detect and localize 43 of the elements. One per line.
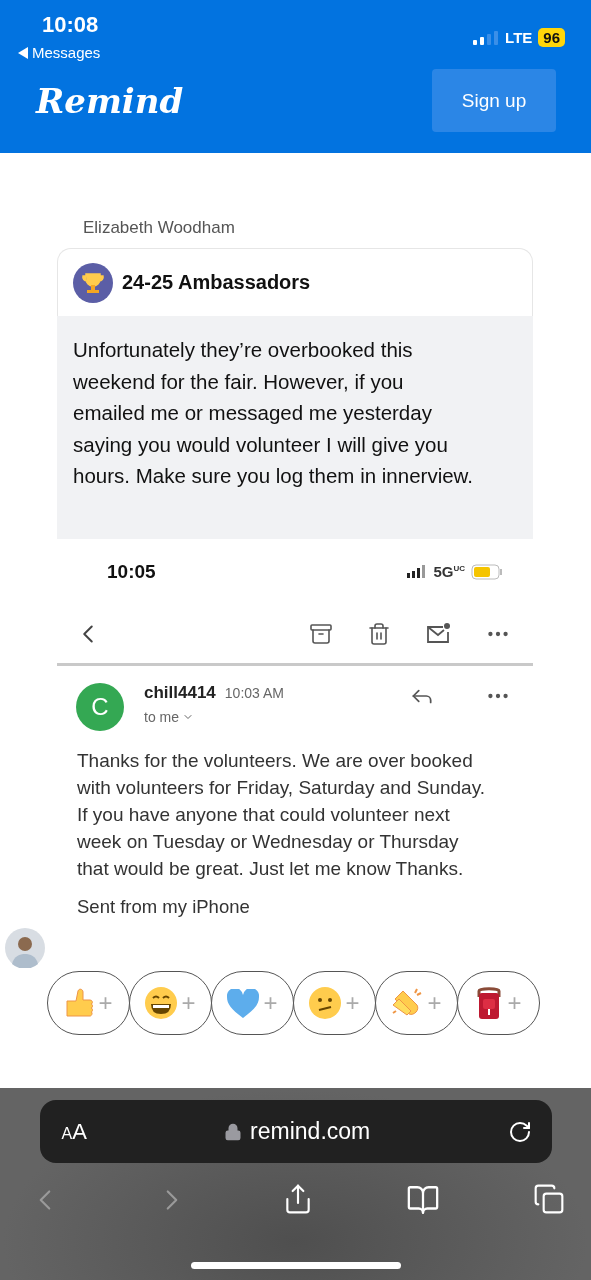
reload-icon[interactable] [507, 1119, 532, 1144]
reaction-button[interactable]: + [375, 971, 458, 1035]
reaction-button[interactable]: + [129, 971, 212, 1035]
email-time: 10:03 AM [224, 685, 284, 701]
thumbs-up-icon [64, 987, 95, 1019]
remind-logo[interactable]: Remind [36, 80, 184, 121]
confused-face-icon [309, 987, 342, 1019]
grinning-face-icon [145, 987, 178, 1019]
battery-icon [471, 563, 503, 580]
reaction-button[interactable]: + [47, 971, 130, 1035]
reaction-button[interactable]: + [457, 971, 540, 1035]
heart-icon [227, 988, 260, 1018]
sign-up-button[interactable]: Sign up [432, 69, 556, 132]
signal-icon [473, 30, 500, 45]
avatar [4, 928, 45, 968]
sender-avatar: C [76, 683, 124, 731]
status-time: 10:08 [42, 12, 99, 38]
trophy-icon [73, 262, 113, 303]
lock-icon [224, 1122, 243, 1141]
back-triangle-icon [18, 46, 28, 59]
back-to-messages-link[interactable]: Messages [18, 44, 101, 61]
recipient-toggle[interactable]: to me [144, 709, 355, 725]
screenshot-status-time: 10:05 [107, 560, 156, 583]
archive-icon[interactable] [309, 621, 333, 646]
network-type: LTE [505, 29, 533, 46]
sender-name: Elizabeth Woodham [83, 218, 236, 239]
trash-icon[interactable] [367, 621, 391, 646]
email-body: Thanks for the volunteers. We are over booked with volunteers for Friday, Saturday and Sunday. If you have anyone that could volunteer next week on Tuesday or Wednesday or Thursday that would be great. Just let me know Thanks. [77, 749, 485, 881]
backpack-icon [475, 987, 504, 1019]
bookmarks-icon[interactable] [406, 1183, 441, 1217]
signal-icon [407, 565, 428, 578]
network-type: 5G$^{UC}$ [433, 563, 465, 580]
reaction-button[interactable]: + [211, 971, 294, 1035]
group-name: 24-25 Ambassadors [122, 271, 311, 294]
url-text: remind.com [250, 1118, 371, 1145]
mail-icon[interactable] [425, 621, 451, 646]
battery-level: 96 [538, 28, 565, 47]
message-text: Unfortunately they’re overbooked this weekend for the fair. However, if you emailed me or messaged me yesterday saying you would volunteer I will give you hours. Make sure you log them in innerview. [57, 316, 533, 539]
text-size-button[interactable]: AA [61, 1118, 87, 1145]
reaction-button[interactable]: + [293, 971, 376, 1035]
address-bar[interactable]: AA remind.com [39, 1100, 552, 1163]
email-sender: chill4414 [144, 683, 216, 703]
email-signature: Sent from my iPhone [77, 896, 251, 918]
